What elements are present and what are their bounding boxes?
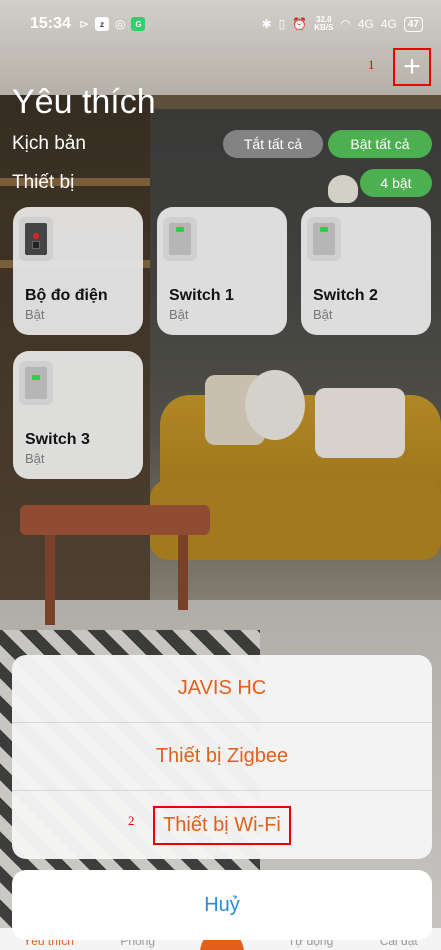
- app-badge-icon: z: [94, 17, 109, 31]
- messenger-icon: ◎: [114, 17, 126, 31]
- option-wifi-label: Thiết bị Wi-Fi: [153, 805, 291, 845]
- alarm-icon: ⏰: [292, 17, 308, 31]
- net-speed: 32.0 KB/S: [314, 15, 334, 32]
- option-javis-hc[interactable]: JAVIS HC: [12, 655, 432, 723]
- bluetooth-icon: ✱: [261, 17, 272, 31]
- option-zigbee-device[interactable]: Thiết bị Zigbee: [12, 723, 432, 791]
- annotation-1: 1: [368, 57, 375, 72]
- device-card-power-meter[interactable]: Bộ đo điện Bật: [13, 207, 143, 335]
- devices-on-count[interactable]: 4 bật: [360, 169, 432, 197]
- vibrate-icon: ▯: [278, 17, 286, 31]
- signal-1: 4G: [357, 17, 374, 31]
- add-device-action-sheet: JAVIS HC Thiết bị Zigbee 2 Thiết bị Wi-F…: [12, 655, 432, 859]
- option-wifi-device[interactable]: 2 Thiết bị Wi-Fi: [12, 791, 432, 859]
- plus-icon: +: [403, 50, 421, 83]
- device-name: Bộ đo điện: [25, 287, 108, 304]
- wifi-icon: ◠: [340, 17, 351, 31]
- device-state: Bật: [313, 307, 333, 322]
- device-state: Bật: [25, 307, 45, 322]
- device-name: Switch 3: [25, 431, 90, 448]
- annotation-2: 2: [128, 813, 135, 828]
- play-icon: ⊳: [78, 17, 89, 31]
- device-card-switch-2[interactable]: Switch 2 Bật: [301, 207, 431, 335]
- page-title: Yêu thích: [12, 83, 156, 121]
- switch-icon: [169, 223, 191, 255]
- signal-2: 4G: [380, 17, 397, 31]
- cancel-button[interactable]: Huỷ: [12, 870, 432, 940]
- add-button[interactable]: +: [393, 48, 431, 86]
- status-time: 15:34: [30, 15, 71, 32]
- power-meter-icon: [25, 223, 47, 255]
- device-name: Switch 1: [169, 287, 234, 304]
- device-name: Switch 2: [313, 287, 378, 304]
- all-off-button[interactable]: Tắt tất cả: [223, 130, 323, 158]
- device-card-switch-3[interactable]: Switch 3 Bật: [13, 351, 143, 479]
- device-card-switch-1[interactable]: Switch 1 Bật: [157, 207, 287, 335]
- status-bar: 15:34 ⊳ z ◎ G ✱ ▯ ⏰ 32.0 KB/S ◠ 4G 4G 47: [0, 0, 441, 48]
- all-on-button[interactable]: Bật tất cả: [328, 130, 432, 158]
- switch-icon: [313, 223, 335, 255]
- devices-label: Thiết bị: [12, 172, 75, 193]
- device-state: Bật: [25, 451, 45, 466]
- scenes-label: Kịch bản: [12, 133, 86, 154]
- app-green-icon: G: [131, 17, 146, 31]
- device-state: Bật: [169, 307, 189, 322]
- battery-indicator: 47: [403, 16, 423, 32]
- switch-icon: [25, 367, 47, 399]
